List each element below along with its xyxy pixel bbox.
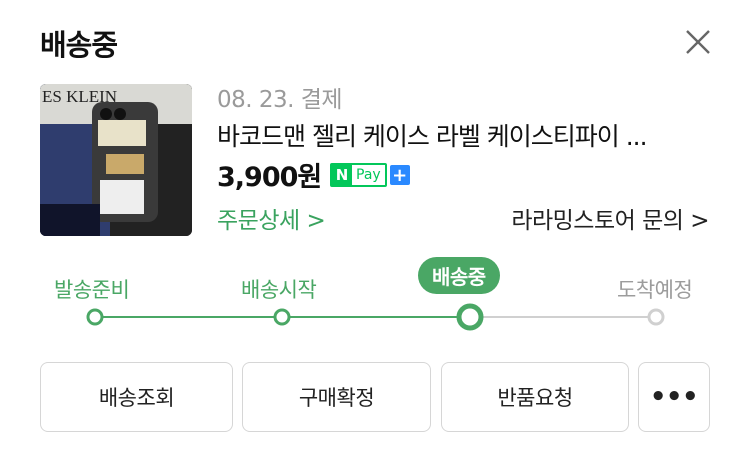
product-thumbnail[interactable]: ES KLEIN: [40, 84, 192, 236]
return-request-button[interactable]: 반품요청: [441, 362, 629, 432]
product-name[interactable]: 바코드맨 젤리 케이스 라벨 케이스티파이 ...: [217, 117, 697, 153]
store-inquiry-link[interactable]: 라라밍스토어 문의 >: [511, 201, 709, 235]
step-dot-start: [273, 308, 291, 326]
step-dot-arrival: [647, 308, 665, 326]
npay-n-logo: N: [332, 165, 352, 185]
delivery-timeline: [86, 303, 665, 331]
more-options-button[interactable]: •••: [638, 362, 710, 432]
track-delivery-button[interactable]: 배송조회: [40, 362, 233, 432]
npay-plus-icon: +: [389, 165, 410, 186]
npay-pay-text: Pay: [356, 167, 381, 183]
page-title: 배송중: [40, 28, 118, 62]
step-dot-prepare: [86, 308, 104, 326]
confirm-purchase-button[interactable]: 구매확정: [242, 362, 431, 432]
npay-badge: N Pay +: [330, 162, 410, 188]
close-icon[interactable]: [682, 26, 714, 58]
order-detail-link[interactable]: 주문상세 >: [217, 201, 326, 235]
product-price: 3,900원: [217, 162, 322, 193]
order-date: 08. 23. 결제: [217, 87, 343, 113]
step-label-current: 배송중: [418, 257, 500, 294]
step-dot-current: [456, 303, 484, 331]
